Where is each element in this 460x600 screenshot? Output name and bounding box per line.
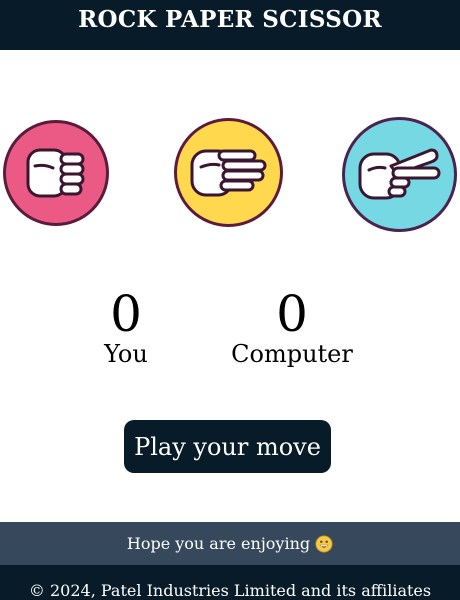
play-move-button[interactable]: Play your move (124, 420, 331, 473)
computer-score-value: 0 (276, 285, 308, 343)
open-hand-icon (190, 149, 266, 196)
footer-copyright-bar: © 2024, Patel Industries Limited and its… (0, 565, 460, 600)
computer-score-label: Computer (231, 340, 353, 368)
user-score: 0 You (86, 288, 166, 368)
fist-icon (26, 148, 85, 198)
paper-choice[interactable] (174, 118, 283, 227)
user-score-value: 0 (110, 285, 142, 343)
rock-choice[interactable] (3, 120, 109, 226)
grinning-face-icon (315, 534, 333, 553)
scissors-choice[interactable] (342, 117, 457, 232)
header: ROCK PAPER SCISSOR (0, 0, 460, 50)
footer-message: Hope you are enjoying (126, 534, 311, 553)
scissors-hand-icon (358, 148, 440, 199)
computer-score: 0 Computer (222, 288, 362, 368)
footer-message-bar: Hope you are enjoying (0, 522, 460, 565)
user-score-label: You (104, 340, 148, 368)
page-title: ROCK PAPER SCISSOR (78, 5, 382, 33)
copyright-text: © 2024, Patel Industries Limited and its… (28, 581, 432, 600)
